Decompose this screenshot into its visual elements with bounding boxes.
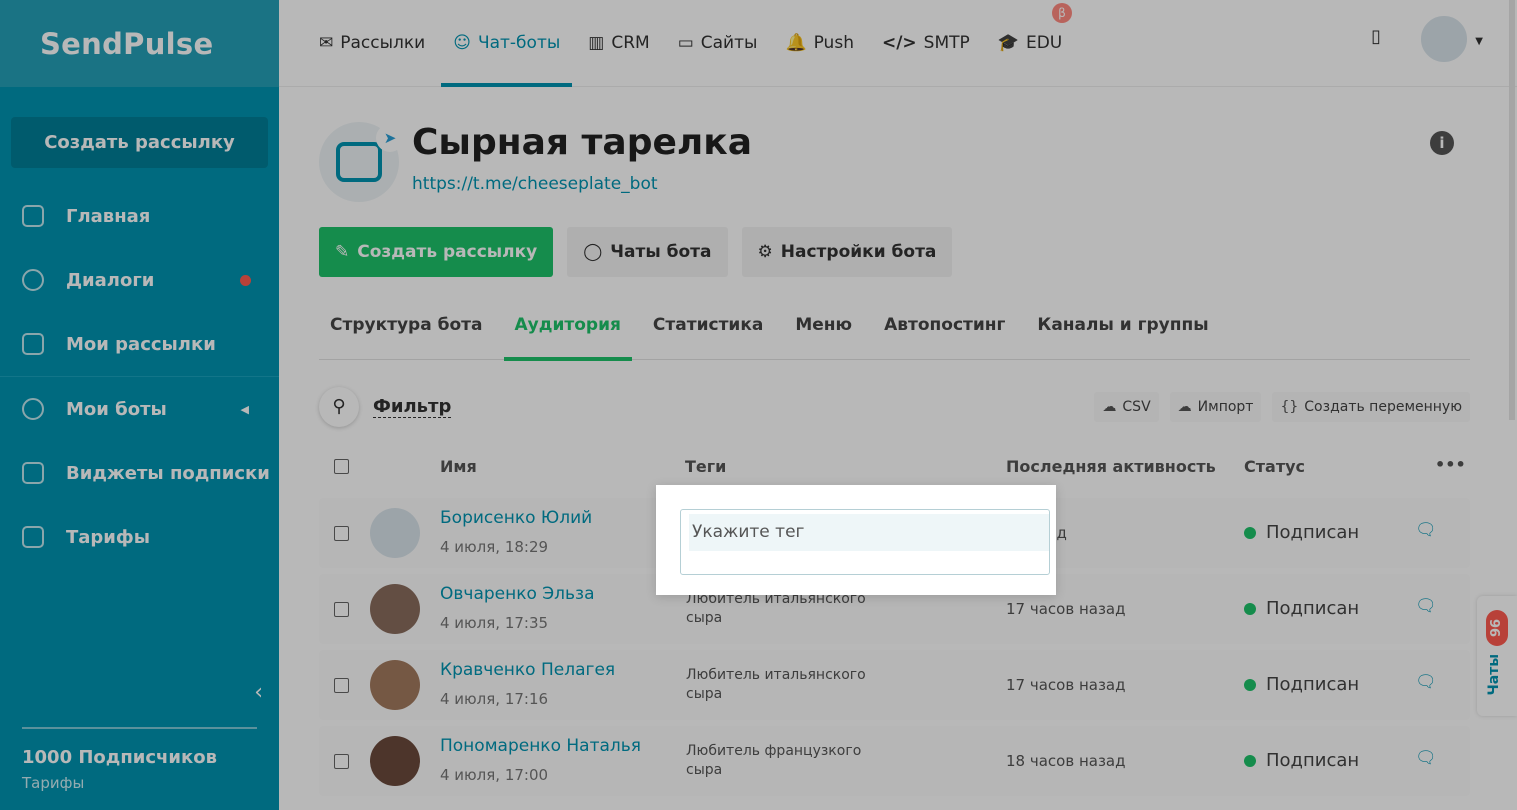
tag-input[interactable]: Укажите тег xyxy=(680,509,1050,575)
modal-overlay[interactable] xyxy=(0,0,1517,810)
tag-popup: Укажите тег xyxy=(656,485,1056,595)
tag-input-placeholder: Укажите тег xyxy=(689,514,1049,551)
